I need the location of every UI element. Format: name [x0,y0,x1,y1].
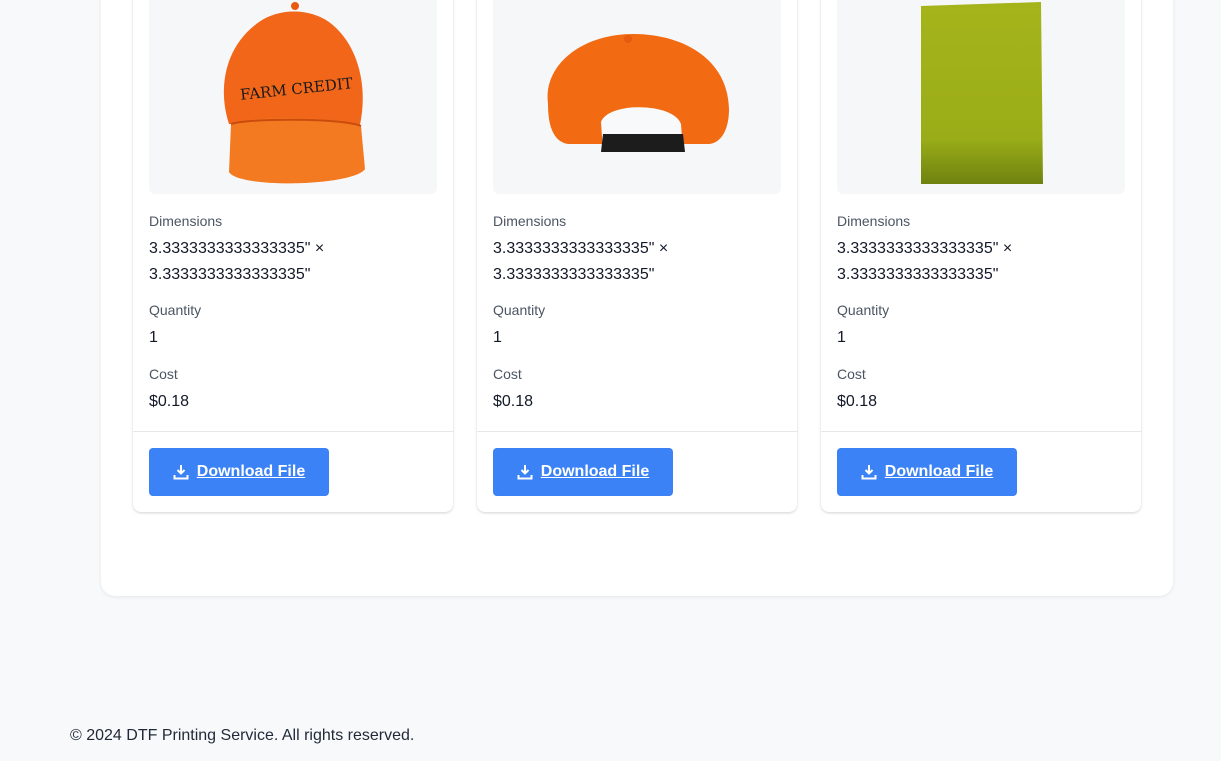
product-image [493,0,781,194]
footer-copyright: © 2024 DTF Printing Service. All rights … [70,727,415,744]
download-file-button[interactable]: Download File [493,448,673,496]
dimensions-label: Dimensions [837,213,911,229]
card-divider [821,431,1141,432]
quantity-label: Quantity [837,302,890,318]
download-file-button[interactable]: Download File [837,448,1017,496]
card-divider [477,431,797,432]
order-items-panel: FARM CREDIT Dimensions 3.333333333333333… [101,0,1173,596]
download-icon [517,464,533,480]
order-item-card: Dimensions 3.3333333333333335" × 3.33333… [477,0,797,512]
order-item-card: FARM CREDIT Dimensions 3.333333333333333… [133,0,453,512]
quantity-value: 1 [493,329,502,346]
dimensions-label: Dimensions [493,213,567,229]
download-icon [173,464,189,480]
cost-label: Cost [837,366,866,382]
download-icon [861,464,877,480]
download-file-label: Download File [884,463,994,480]
download-file-label: Download File [196,463,306,480]
download-file-button[interactable]: Download File [149,448,329,496]
quantity-value: 1 [149,329,158,346]
download-file-label: Download File [540,463,650,480]
cost-label: Cost [493,366,522,382]
product-image [837,0,1125,194]
cost-value: $0.18 [149,393,190,410]
cost-value: $0.18 [837,393,878,410]
product-image: FARM CREDIT [149,0,437,194]
card-divider [133,431,453,432]
dimensions-label: Dimensions [149,213,223,229]
dimensions-value: 3.3333333333333335" × 3.3333333333333335… [149,240,325,283]
quantity-label: Quantity [493,302,546,318]
dimensions-value: 3.3333333333333335" × 3.3333333333333335… [837,240,1013,283]
cost-value: $0.18 [493,393,534,410]
dimensions-value: 3.3333333333333335" × 3.3333333333333335… [493,240,669,283]
cost-label: Cost [149,366,178,382]
quantity-value: 1 [837,329,846,346]
order-item-card: Dimensions 3.3333333333333335" × 3.33333… [821,0,1141,512]
quantity-label: Quantity [149,302,202,318]
